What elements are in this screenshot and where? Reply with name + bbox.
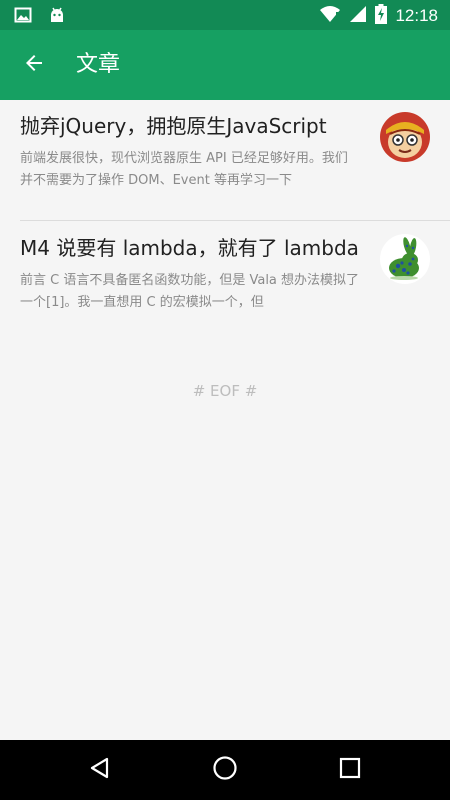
divider: [20, 220, 450, 221]
article-list: 抛弃jQuery，拥抱原生JavaScript 前端发展很快，现代浏览器原生 A…: [0, 100, 450, 740]
nav-back-button[interactable]: [76, 752, 124, 788]
image-icon: [14, 6, 32, 28]
battery-charging-icon: [375, 4, 388, 28]
article-summary: 前言 C 语言不具备匿名函数功能，但是 Vala 想办法模拟了一个[1]。我一直…: [20, 273, 360, 310]
wifi-icon: [319, 5, 341, 27]
page-title: 文章: [76, 52, 121, 77]
green-rabbit-avatar: [380, 234, 430, 284]
signal-icon: [349, 5, 367, 27]
end-of-feed-label: # EOF #: [192, 382, 258, 400]
article-title: 抛弃jQuery，拥抱原生JavaScript: [20, 114, 327, 138]
home-circle-icon: [212, 755, 238, 785]
back-button[interactable]: [16, 47, 52, 83]
monkey-king-avatar: [380, 112, 430, 162]
article-summary: 前端发展很快，现代浏览器原生 API 已经足够好用。我们并不需要为了操作 DOM…: [20, 151, 348, 188]
list-item[interactable]: M4 说要有 lambda，就有了 lambda 前言 C 语言不具备匿名函数功…: [20, 234, 430, 314]
status-time: 12:18: [395, 6, 438, 25]
navigation-bar: [0, 740, 450, 800]
article-title: M4 说要有 lambda，就有了 lambda: [20, 236, 359, 260]
nav-home-button[interactable]: [201, 752, 249, 788]
back-triangle-icon: [88, 756, 112, 784]
app-bar: 文章: [0, 30, 450, 100]
status-bar: 12:18: [0, 0, 450, 30]
list-item[interactable]: 抛弃jQuery，拥抱原生JavaScript 前端发展很快，现代浏览器原生 A…: [20, 112, 430, 192]
arrow-back-icon: [22, 51, 46, 79]
android-icon: [48, 6, 66, 28]
recents-square-icon: [338, 756, 362, 784]
nav-recents-button[interactable]: [326, 752, 374, 788]
